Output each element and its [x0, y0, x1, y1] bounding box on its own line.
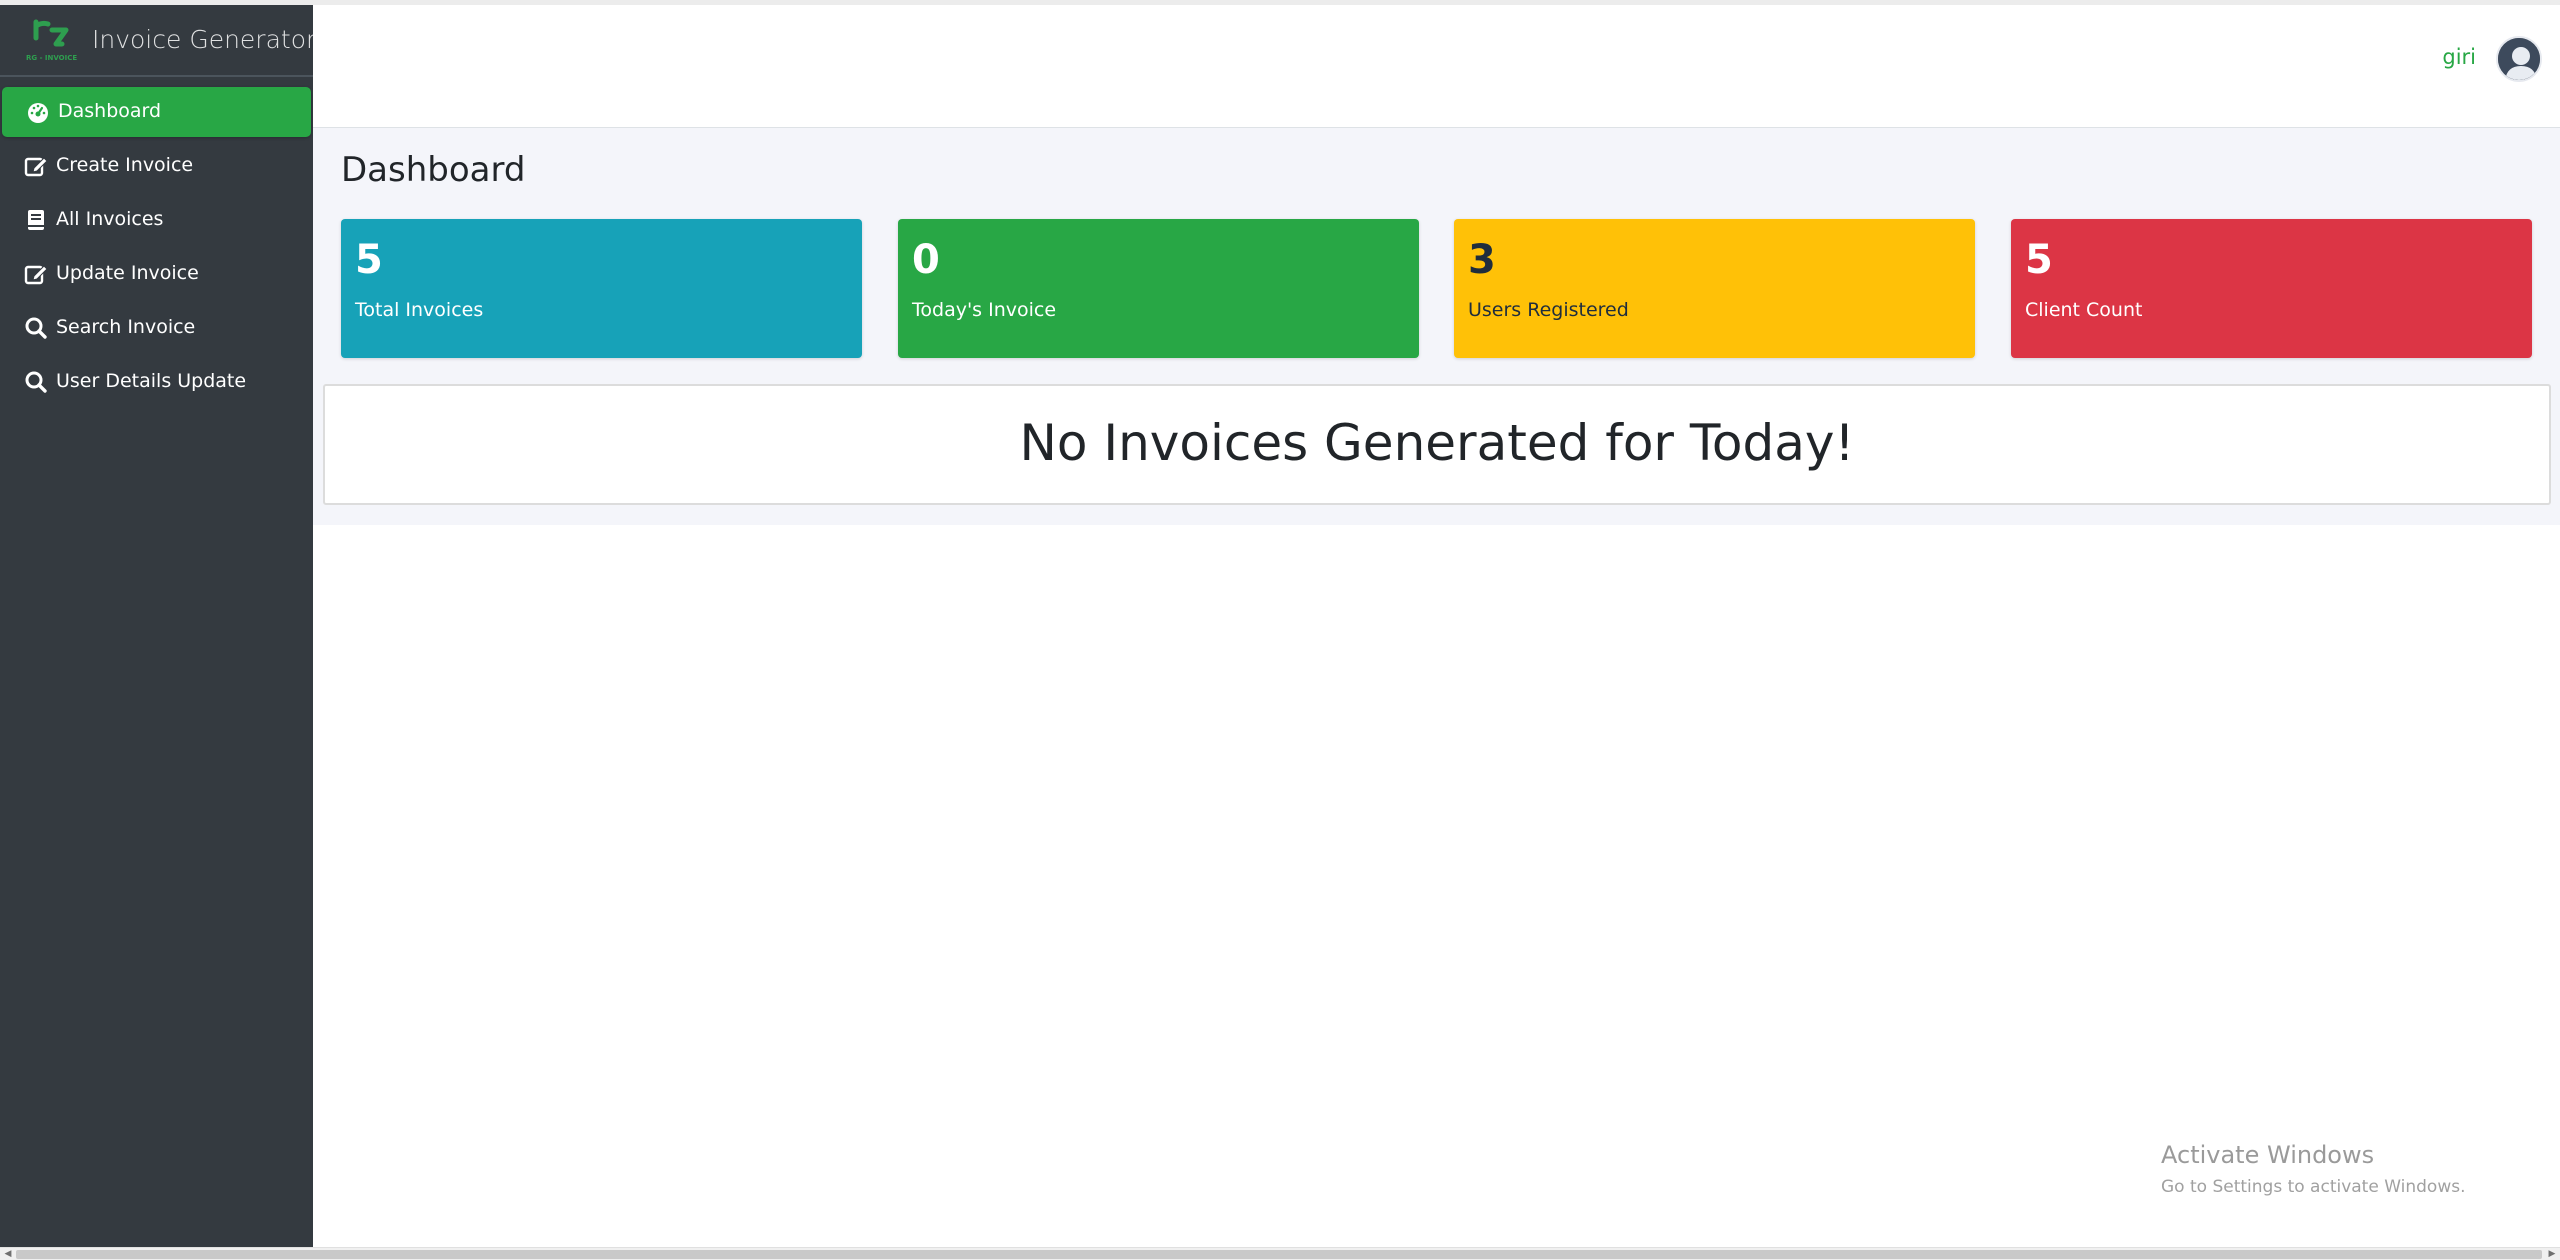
activate-windows-subtitle: Go to Settings to activate Windows.: [2161, 1177, 2466, 1197]
stat-card-todays-invoice: 0 Today's Invoice: [898, 219, 1419, 358]
top-navbar: giri: [313, 5, 2560, 128]
user-avatar-icon[interactable]: [2496, 36, 2542, 82]
app-title: Invoice Generator: [92, 25, 317, 54]
avatar-silhouette: [2498, 38, 2540, 80]
sidebar-item-all-invoices[interactable]: All Invoices: [0, 195, 313, 245]
stat-label: Total Invoices: [355, 299, 484, 321]
scrollbar-thumb[interactable]: [16, 1250, 2542, 1259]
stat-value: 5: [355, 237, 383, 283]
stat-label: Today's Invoice: [912, 299, 1057, 321]
stat-label: Client Count: [2025, 299, 2143, 321]
no-invoices-card: No Invoices Generated for Today!: [323, 384, 2551, 505]
brand-link[interactable]: RG - INVOICE Invoice Generator: [0, 5, 317, 77]
tachometer-icon: [28, 103, 48, 123]
search-icon: [25, 317, 47, 339]
sidebar: RG - INVOICE Invoice Generator Dashboard…: [0, 5, 317, 1247]
book-icon: [28, 210, 44, 230]
page-title: Dashboard: [341, 150, 526, 190]
sidebar-item-label: User Details Update: [56, 370, 247, 392]
app-logo-icon: RG - INVOICE: [26, 19, 77, 62]
edit-icon: [24, 157, 48, 177]
stat-card-total-invoices: 5 Total Invoices: [341, 219, 862, 358]
stat-value: 0: [912, 237, 940, 283]
stat-card-users-registered: 3 Users Registered: [1454, 219, 1975, 358]
username-link[interactable]: giri: [2442, 45, 2476, 69]
search-icon: [25, 371, 47, 393]
stat-label: Users Registered: [1468, 299, 1629, 321]
sidebar-item-user-details-update[interactable]: User Details Update: [0, 357, 313, 407]
sidebar-item-label: Dashboard: [58, 100, 162, 122]
stat-card-client-count: 5 Client Count: [2011, 219, 2532, 358]
sidebar-item-label: Update Invoice: [56, 262, 199, 284]
content-area: Dashboard 5 Total Invoices 0 Today's Inv…: [313, 128, 2560, 525]
stat-value: 5: [2025, 237, 2053, 283]
stat-value: 3: [1468, 237, 1496, 283]
sidebar-item-label: Search Invoice: [56, 316, 196, 338]
scroll-right-icon[interactable]: ▶: [2546, 1250, 2558, 1259]
sidebar-item-label: All Invoices: [56, 208, 164, 230]
sidebar-item-create-invoice[interactable]: Create Invoice: [0, 141, 313, 191]
logo-caption: RG - INVOICE: [26, 54, 77, 62]
scroll-left-icon[interactable]: ◀: [2, 1250, 14, 1259]
sidebar-nav: Dashboard Create Invoice All Invoices Up…: [0, 87, 313, 411]
sidebar-item-update-invoice[interactable]: Update Invoice: [0, 249, 313, 299]
sidebar-item-search-invoice[interactable]: Search Invoice: [0, 303, 313, 353]
activate-windows-title: Activate Windows: [2161, 1141, 2375, 1169]
sidebar-item-dashboard[interactable]: Dashboard: [2, 87, 311, 137]
sidebar-item-label: Create Invoice: [56, 154, 194, 176]
horizontal-scrollbar[interactable]: ◀ ▶: [0, 1247, 2560, 1260]
edit-icon: [24, 265, 48, 285]
no-invoices-message: No Invoices Generated for Today!: [1019, 414, 1855, 472]
